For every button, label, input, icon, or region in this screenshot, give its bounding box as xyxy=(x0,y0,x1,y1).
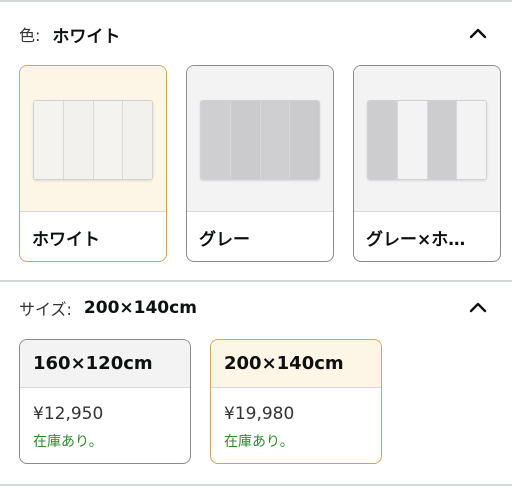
color-option-image xyxy=(187,66,333,211)
color-selected-value: ホワイト xyxy=(52,26,121,47)
mat-image xyxy=(200,100,320,180)
size-option-stock: 在庫あり。 xyxy=(33,434,103,450)
top-divider xyxy=(0,0,512,2)
color-label: 色: xyxy=(19,26,41,45)
size-option-stock: 在庫あり。 xyxy=(224,434,294,450)
mat-panel xyxy=(368,101,398,179)
chevron-up-icon[interactable] xyxy=(467,297,489,319)
mat-panel xyxy=(427,101,458,179)
size-section-header[interactable]: サイズ: 200×140cm xyxy=(19,293,495,323)
color-option-label: ホワイト xyxy=(20,211,166,261)
size-option-price: ¥12,950 xyxy=(33,404,104,424)
mat-panel xyxy=(457,101,486,179)
size-option-label: 160×120cm xyxy=(20,340,190,388)
mat-panel xyxy=(34,101,64,179)
size-label: サイズ: xyxy=(19,300,72,319)
color-option-label: グレー×ホ… xyxy=(354,211,500,261)
color-section-header[interactable]: 色: ホワイト xyxy=(19,19,495,49)
size-option-price: ¥19,980 xyxy=(224,404,295,424)
size-selected-value: 200×140cm xyxy=(83,298,197,318)
color-option-gray-white[interactable]: グレー×ホ… xyxy=(353,65,501,262)
bottom-divider xyxy=(0,484,512,486)
mat-panel xyxy=(63,101,94,179)
mat-panel xyxy=(93,101,124,179)
section-divider xyxy=(0,280,512,282)
color-option-image xyxy=(354,66,500,211)
mat-panel xyxy=(397,101,428,179)
mat-panel xyxy=(123,101,152,179)
size-option-160x120[interactable]: 160×120cm ¥12,950 在庫あり。 xyxy=(19,339,191,464)
mat-panel xyxy=(230,101,261,179)
size-option-200x140[interactable]: 200×140cm ¥19,980 在庫あり。 xyxy=(210,339,382,464)
mat-image xyxy=(367,100,487,180)
size-option-label: 200×140cm xyxy=(211,340,381,388)
mat-image xyxy=(33,100,153,180)
chevron-up-icon[interactable] xyxy=(467,23,489,45)
color-option-image xyxy=(20,66,166,211)
color-option-label: グレー xyxy=(187,211,333,261)
mat-panel xyxy=(201,101,231,179)
mat-panel xyxy=(260,101,291,179)
color-option-gray[interactable]: グレー xyxy=(186,65,334,262)
mat-panel xyxy=(290,101,319,179)
color-option-white[interactable]: ホワイト xyxy=(19,65,167,262)
